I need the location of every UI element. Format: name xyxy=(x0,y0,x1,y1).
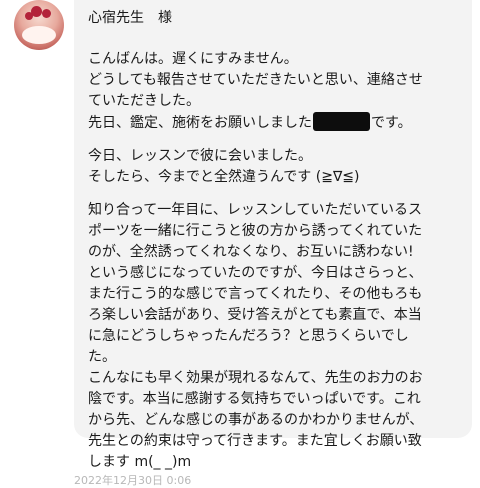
message-line: こんなにも早く効果が現れるなんて、先生のお力のお xyxy=(88,370,423,386)
berry-decoration xyxy=(42,9,51,18)
message-line: た。 xyxy=(88,349,116,365)
message-line: また行こう的な感じで言ってくれたり、その他もろも xyxy=(88,286,423,302)
message-line: 今日、レッスンで彼に会いました。 xyxy=(88,148,312,164)
message-line-redacted: 先日、鑑定、施術をお願いしました です。 xyxy=(88,112,412,133)
cake-cream xyxy=(22,26,56,44)
message-line: そしたら、今までと全然違うんです (≧∇≦) xyxy=(88,169,360,185)
message-timestamp: 2022年12月30日 0:06 xyxy=(74,474,192,487)
message-line: します m(_ _)m xyxy=(88,454,192,470)
message-line: ろ楽しい会話があり、受け答えがとても素直で、本当 xyxy=(88,307,422,323)
message-line: どうしても報告させていただきたいと思い、連絡させ xyxy=(88,72,423,88)
avatar[interactable] xyxy=(14,0,64,50)
message-line: という感じになっていたのですが、今日はさらっと、 xyxy=(88,265,423,281)
redaction-block xyxy=(313,112,370,131)
message-text: 先日、鑑定、施術をお願いしました xyxy=(88,115,312,131)
message-line: ていただきした。 xyxy=(88,93,200,109)
berry-decoration xyxy=(25,12,33,20)
message-line: に急にどうしちゃったんだろう？と思うくらいでし xyxy=(88,328,409,344)
recipient-name: 心宿先生 様 xyxy=(88,10,172,26)
message-text: です。 xyxy=(371,115,412,131)
message-line: 陰です。本当に感謝する気持ちでいっぱいです。これ xyxy=(88,391,421,407)
message-line: こんばんは。遅くにすみません。 xyxy=(88,51,298,67)
message-line: のが、全然誘ってくれなくなり、お互いに誘わない! xyxy=(88,244,414,260)
message-line: 先生との約束は守って行きます。また宜しくお願い致 xyxy=(88,433,422,449)
message-line: 知り合って一年目に、レッスンしていただいているス xyxy=(88,202,423,218)
message-line: から先、どんな感じの事があるのかわかりませんが、 xyxy=(88,412,424,428)
message-line: ポーツを一緒に行こうと彼の方から誘ってくれていた xyxy=(88,223,423,239)
